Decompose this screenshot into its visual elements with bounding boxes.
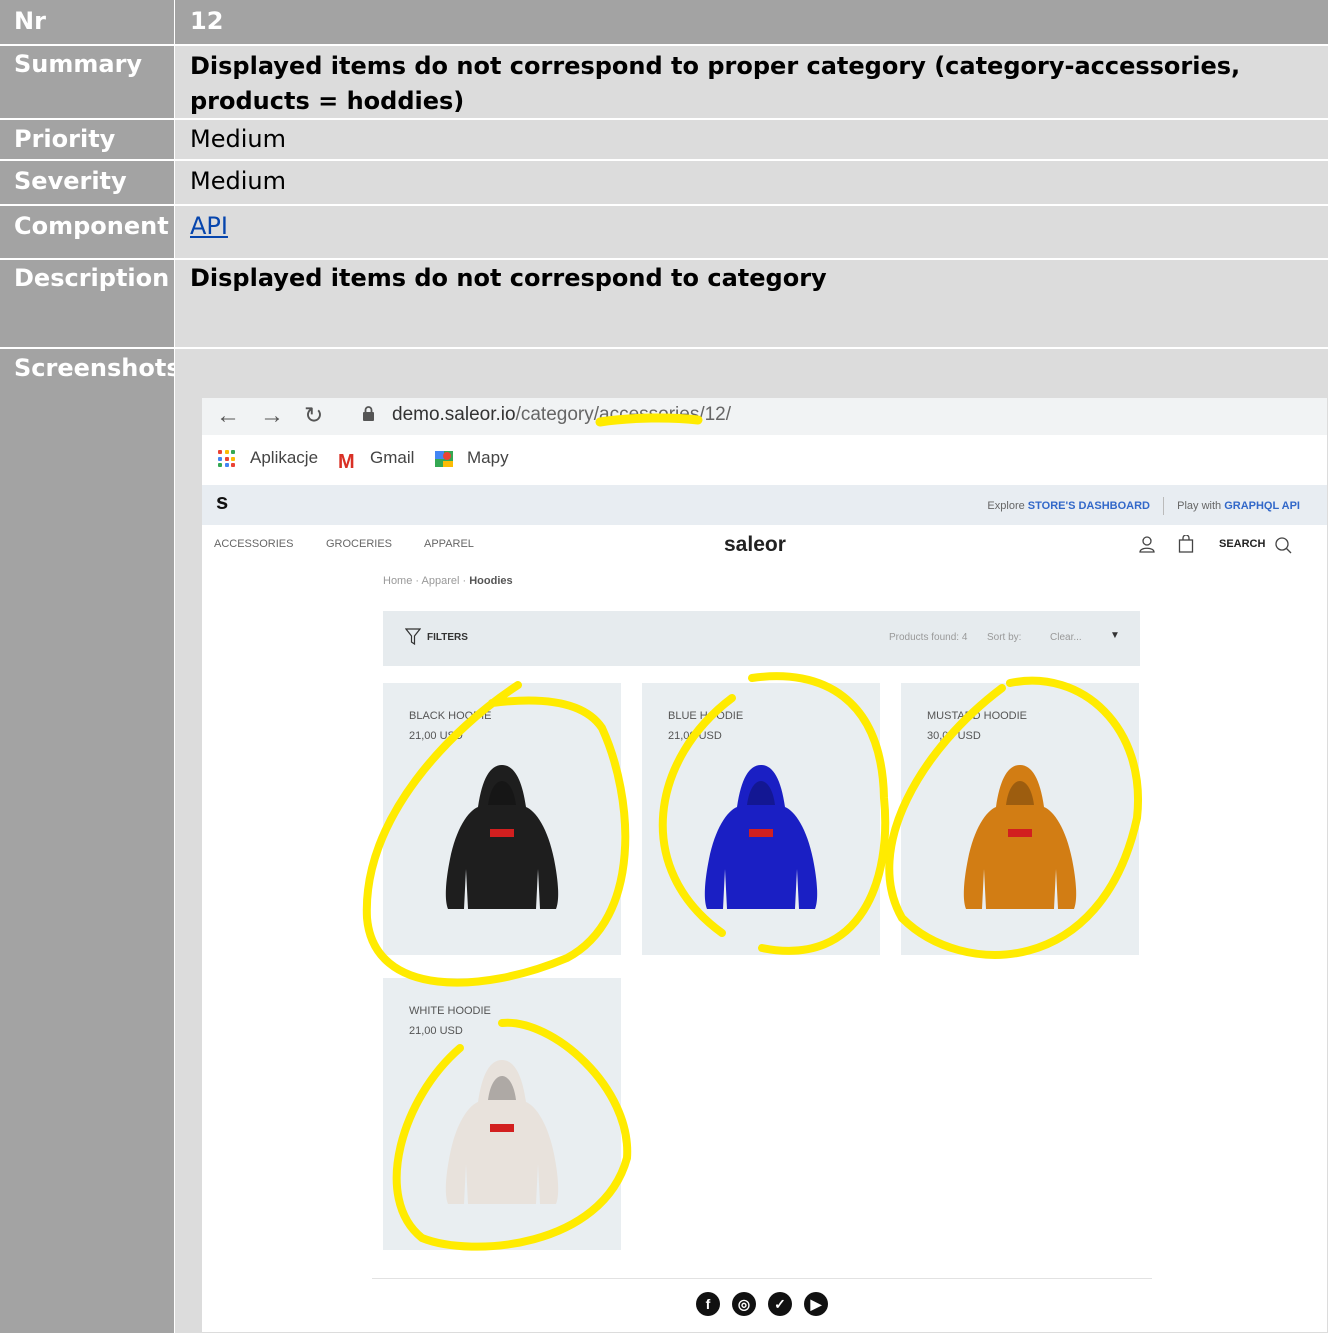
maps-icon [435,451,453,467]
url-text[interactable]: demo.saleor.io/category/accessories/12/ [392,404,731,426]
hoodie-logo-patch [749,829,773,837]
forward-arrow-icon[interactable]: → [260,402,284,430]
dashboard-link[interactable]: STORE'S DASHBOARD [1028,500,1150,512]
summary-label: Summary [0,46,174,118]
row-component: Component API [0,206,1328,258]
screenshots-label: Screenshots [0,349,181,1333]
priority-value: Medium [175,120,1328,159]
product-card[interactable]: WHITE HOODIE 21,00 USD [383,978,621,1250]
description-label: Description [0,260,174,347]
severity-value: Medium [175,161,1328,204]
black-hoodie-image [445,765,559,909]
browser-address-bar: ← → ↻ demo.saleor.io/category/accessorie… [202,398,1327,435]
product-name: MUSTARD HOODIE [927,710,1028,722]
filter-icon[interactable] [405,628,421,646]
nav-accessories[interactable]: ACCESSORIES [214,538,293,550]
product-name: BLUE HOODIE [668,710,744,722]
youtube-icon[interactable]: ▶ [804,1292,828,1316]
store-top-bar: s Explore STORE'S DASHBOARD Play with GR… [202,485,1327,525]
summary-value: Displayed items do not correspond to pro… [175,46,1328,118]
breadcrumb-home[interactable]: Home [383,575,412,587]
footer-divider [372,1278,1152,1279]
graphql-link[interactable]: GRAPHQL API [1224,500,1300,512]
url-path: /category/accessories/12/ [515,404,732,425]
bookmark-gmail[interactable]: Gmail [370,448,414,468]
severity-label: Severity [0,161,174,204]
embedded-screenshot: ← → ↻ demo.saleor.io/category/accessorie… [202,398,1327,1332]
priority-label: Priority [0,120,174,159]
nav-apparel[interactable]: APPAREL [424,538,474,550]
product-name: BLACK HOODIE [409,710,492,722]
bookmark-aplikacje[interactable]: Aplikacje [250,448,318,468]
component-api-link[interactable]: API [190,212,228,240]
store-small-logo[interactable]: s [216,489,228,515]
product-price: 21,00 USD [409,1025,463,1037]
search-label[interactable]: SEARCH [1219,538,1265,550]
product-price: 21,00 USD [409,730,463,742]
chevron-down-icon[interactable]: ▼ [1110,630,1120,641]
row-summary: Summary Displayed items do not correspon… [0,46,1328,118]
shopping-bag-icon[interactable] [1178,535,1194,553]
filters-button[interactable]: FILTERS [427,632,468,643]
sort-select-value[interactable]: Clear... [1050,632,1082,643]
mustard-hoodie-image [963,765,1077,909]
apps-grid-icon[interactable] [218,450,236,468]
search-icon[interactable] [1274,536,1292,554]
white-hoodie-image [445,1060,559,1204]
reload-icon[interactable]: ↻ [304,402,323,429]
hoodie-logo-patch [490,829,514,837]
row-severity: Severity Medium [0,161,1328,204]
explore-prefix: Explore [987,499,1025,512]
product-card[interactable]: BLUE HOODIE 21,00 USD [642,683,880,955]
breadcrumb-apparel[interactable]: Apparel [422,575,460,587]
component-value: API [175,206,1328,258]
row-nr: Nr 12 [0,0,1328,44]
breadcrumb: Home · Apparel · Hoodies [383,575,513,587]
nr-label: Nr [0,0,174,44]
instagram-icon[interactable]: ◎ [732,1292,756,1316]
play-prefix: Play with [1177,499,1222,512]
product-name: WHITE HOODIE [409,1005,491,1017]
product-card[interactable]: MUSTARD HOODIE 30,00 USD [901,683,1139,955]
row-priority: Priority Medium [0,120,1328,159]
row-description: Description Displayed items do not corre… [0,260,1328,347]
gmail-icon: M [338,451,355,473]
nr-value: 12 [175,0,1328,44]
user-icon[interactable] [1139,536,1155,553]
component-label: Component [0,206,174,258]
product-price: 30,00 USD [927,730,981,742]
twitter-icon[interactable]: ✓ [768,1292,792,1316]
hoodie-logo-patch [1008,829,1032,837]
saleor-logo[interactable]: saleor [724,533,786,557]
back-arrow-icon[interactable]: ← [216,402,240,430]
lock-icon [363,406,374,421]
store-main-nav: ACCESSORIES GROCERIES APPAREL saleor SEA… [202,525,1327,563]
breadcrumb-hoodies: Hoodies [469,575,513,587]
sort-by-label: Sort by: [987,632,1022,643]
blue-hoodie-image [704,765,818,909]
bookmark-mapy[interactable]: Mapy [467,448,509,468]
filter-bar: FILTERS Products found: 4 Sort by: Clear… [383,611,1140,666]
facebook-icon[interactable]: f [696,1292,720,1316]
product-price: 21,00 USD [668,730,722,742]
products-found: Products found: 4 [889,632,968,643]
url-host: demo.saleor.io [392,404,516,425]
store-top-links: Explore STORE'S DASHBOARD Play with GRAP… [987,497,1300,515]
hoodie-logo-patch [490,1124,514,1132]
nav-groceries[interactable]: GROCERIES [326,538,392,550]
product-card[interactable]: BLACK HOODIE 21,00 USD [383,683,621,955]
description-value: Displayed items do not correspond to cat… [175,260,1328,347]
